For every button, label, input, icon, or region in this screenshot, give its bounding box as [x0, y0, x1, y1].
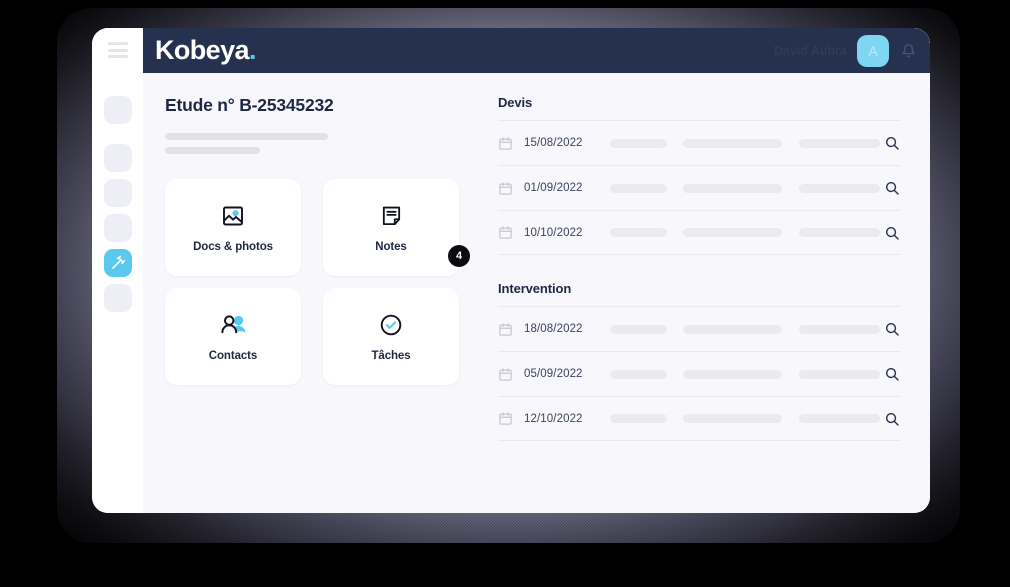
content-column: Kobeya. David Aubra A Etude n° B-2534523…: [143, 28, 930, 513]
page-title: Etude n° B-25345232: [165, 95, 334, 115]
app-logo[interactable]: Kobeya.: [155, 37, 256, 64]
search-icon[interactable]: [880, 321, 900, 337]
row-placeholder-1: [610, 138, 667, 148]
bell-icon[interactable]: [901, 43, 916, 59]
row-placeholder-2: [683, 183, 782, 193]
row-date: 05/09/2022: [524, 368, 583, 380]
row-date: 01/09/2022: [524, 182, 583, 194]
tile-grid: Docs & photos Notes 4 Contacts Tâches: [165, 179, 488, 385]
logo-dot: .: [248, 35, 256, 65]
row-placeholder-3: [799, 228, 880, 237]
sidebar-item-nav-placeholder-1[interactable]: [103, 96, 132, 124]
tile-label: Contacts: [208, 350, 258, 362]
row-placeholder-3: [799, 138, 880, 148]
section-title: Intervention: [498, 281, 572, 296]
tile-notes[interactable]: Notes 4: [323, 179, 470, 276]
bell-glyph: [902, 43, 915, 57]
hammer-icon: [111, 255, 125, 269]
top-header-bar: Kobeya. David Aubra A: [143, 28, 930, 73]
calendar-icon: [498, 136, 524, 151]
tile-label: Docs & photos: [193, 241, 273, 253]
right-pane: Devis 15/08/2022 01/09/2022 10/10/2022 I…: [498, 95, 930, 513]
subtitle-placeholder-bar-2: [165, 147, 260, 154]
tile-label: Tâches: [371, 350, 411, 362]
table-row[interactable]: 18/08/2022: [498, 306, 900, 351]
avatar-initial: A: [868, 42, 878, 59]
tile-contacts[interactable]: Contacts: [165, 288, 301, 385]
section-devis: Devis 15/08/2022 01/09/2022 10/10/2022: [498, 95, 900, 255]
body-area: Etude n° B-25345232 Docs & photos Notes …: [143, 73, 930, 513]
sidebar-item-nav-placeholder-4[interactable]: [103, 214, 132, 242]
calendar-icon: [498, 181, 524, 196]
table-row[interactable]: 15/08/2022: [498, 120, 900, 165]
table-row[interactable]: 10/10/2022: [498, 210, 900, 255]
row-date: 18/08/2022: [524, 323, 583, 335]
search-icon[interactable]: [880, 366, 900, 382]
table-row[interactable]: 01/09/2022: [498, 165, 900, 210]
tile-label: Notes: [375, 241, 407, 253]
check-circle-icon: [379, 311, 403, 339]
contacts-icon: [218, 311, 248, 339]
search-icon[interactable]: [880, 135, 900, 151]
row-date: 10/10/2022: [524, 226, 583, 239]
search-icon[interactable]: [880, 180, 900, 196]
row-placeholder-3: [799, 324, 880, 334]
row-placeholder-1: [610, 228, 667, 237]
search-icon[interactable]: [880, 225, 900, 241]
calendar-icon: [498, 411, 524, 426]
row-placeholder-2: [683, 228, 782, 237]
sidebar-item-nav-placeholder-5[interactable]: [103, 284, 132, 312]
sidebar-item-nav-placeholder-2[interactable]: [103, 144, 132, 172]
row-placeholder-1: [610, 369, 667, 379]
avatar[interactable]: A: [857, 34, 889, 67]
section-title: Devis: [498, 95, 533, 110]
row-placeholder-2: [683, 138, 782, 148]
calendar-icon: [498, 367, 524, 382]
hamburger-icon[interactable]: [107, 42, 128, 58]
row-placeholder-2: [683, 369, 782, 379]
tile-docs-photos[interactable]: Docs & photos: [165, 179, 301, 276]
row-placeholder-3: [799, 183, 880, 193]
row-placeholder-1: [610, 183, 667, 193]
table-row[interactable]: 12/10/2022: [498, 396, 900, 441]
calendar-icon: [498, 322, 524, 337]
row-placeholder-1: [610, 324, 667, 334]
left-pane: Etude n° B-25345232 Docs & photos Notes …: [143, 95, 498, 513]
sidebar: [92, 28, 143, 513]
row-placeholder-2: [683, 324, 782, 334]
app-screen: Kobeya. David Aubra A Etude n° B-2534523…: [92, 28, 930, 513]
row-placeholder-2: [683, 414, 782, 423]
sidebar-item-nav-placeholder-3[interactable]: [103, 179, 132, 207]
table-row[interactable]: 05/09/2022: [498, 351, 900, 396]
sidebar-item-nav-tools[interactable]: [103, 249, 132, 277]
notes-count-badge: 4: [448, 245, 470, 267]
section-intervention: Intervention 18/08/2022 05/09/2022 12/10…: [498, 281, 900, 441]
calendar-icon: [498, 225, 524, 240]
note-icon: [380, 202, 403, 230]
image-icon: [221, 202, 245, 230]
subtitle-placeholder-bar-1: [165, 133, 328, 140]
row-placeholder-3: [799, 369, 880, 379]
row-placeholder-3: [799, 414, 880, 423]
row-date: 12/10/2022: [524, 412, 583, 425]
row-placeholder-1: [610, 414, 667, 423]
tile-taches[interactable]: Tâches: [323, 288, 459, 385]
user-name-label: David Aubra: [773, 43, 847, 58]
logo-text: Kobeya: [155, 35, 250, 65]
search-icon[interactable]: [880, 411, 900, 427]
row-date: 15/08/2022: [524, 137, 583, 149]
